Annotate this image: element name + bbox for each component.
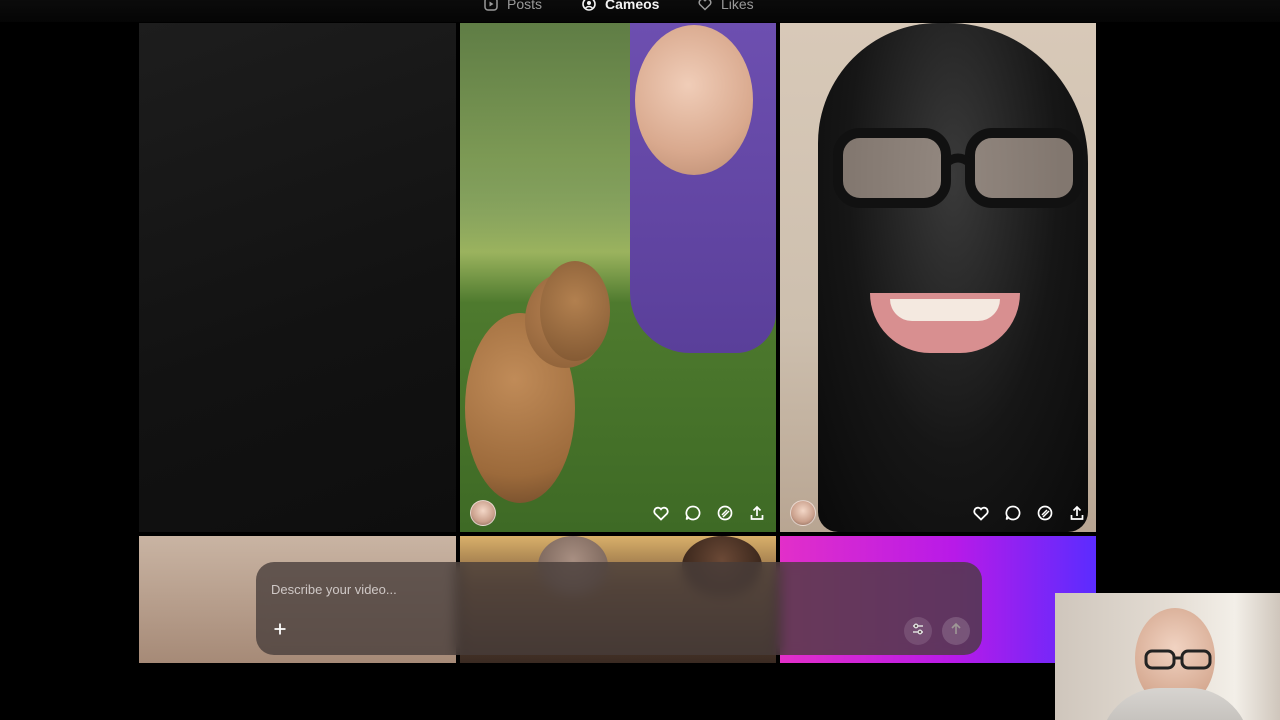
video-thumbnail-monkeys[interactable] xyxy=(460,23,776,532)
creator-avatar[interactable] xyxy=(470,500,496,526)
heart-icon[interactable] xyxy=(652,504,670,522)
face-circle-icon xyxy=(581,0,597,12)
prompt-composer xyxy=(256,562,982,655)
tab-posts-label: Posts xyxy=(507,0,543,12)
presenter-shirt xyxy=(1100,688,1250,720)
tab-cameos[interactable]: Cameos xyxy=(581,0,659,13)
share-icon[interactable] xyxy=(748,504,766,522)
tab-cameos-label: Cameos xyxy=(605,0,660,12)
creator-avatar[interactable] xyxy=(790,500,816,526)
comment-icon[interactable] xyxy=(684,504,702,522)
plus-icon xyxy=(273,622,287,641)
tab-likes-label: Likes xyxy=(721,0,754,12)
submit-button[interactable] xyxy=(942,617,970,645)
black-goo-face xyxy=(818,23,1088,532)
profile-tab-bar: Posts Cameos Likes xyxy=(0,0,1280,22)
tab-posts[interactable]: Posts xyxy=(483,0,542,13)
describe-video-input[interactable] xyxy=(269,577,873,601)
heart-icon xyxy=(697,0,713,12)
tab-likes[interactable]: Likes xyxy=(697,0,754,13)
video-thumbnail-black-mask[interactable] xyxy=(780,23,1096,532)
comment-icon[interactable] xyxy=(1004,504,1022,522)
remix-icon[interactable] xyxy=(716,504,734,522)
add-media-button[interactable] xyxy=(266,617,294,645)
play-square-icon xyxy=(483,0,499,12)
person-head xyxy=(635,25,753,175)
post-action-bar xyxy=(780,494,1096,532)
arrow-up-icon xyxy=(949,622,963,641)
monkey-3 xyxy=(540,261,610,361)
video-thumbnail-loading[interactable] xyxy=(139,23,456,532)
webcam-overlay xyxy=(1055,593,1280,720)
presenter-glasses xyxy=(1144,649,1212,670)
glasses-graphic xyxy=(833,128,1083,208)
settings-button[interactable] xyxy=(904,617,932,645)
post-action-bar xyxy=(460,494,776,532)
sliders-icon xyxy=(911,622,925,641)
share-icon[interactable] xyxy=(1068,504,1086,522)
teeth-graphic xyxy=(890,299,1000,321)
remix-icon[interactable] xyxy=(1036,504,1054,522)
heart-icon[interactable] xyxy=(972,504,990,522)
